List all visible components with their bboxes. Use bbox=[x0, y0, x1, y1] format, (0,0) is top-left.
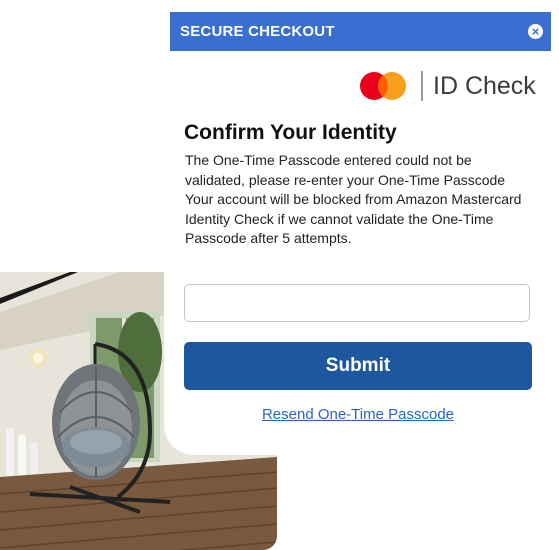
resend-passcode-link[interactable]: Resend One-Time Passcode bbox=[184, 406, 532, 423]
modal-header: SECURE CHECKOUT × bbox=[170, 12, 551, 51]
brand-divider bbox=[421, 71, 423, 101]
validation-message: The One-Time Passcode entered could not … bbox=[185, 151, 525, 249]
message-warning-text: Your account will be blocked from Amazon… bbox=[185, 191, 522, 246]
submit-button[interactable]: Submit bbox=[184, 342, 532, 390]
id-check-label: ID Check bbox=[433, 71, 536, 100]
id-check-branding: ID Check bbox=[359, 68, 536, 104]
secure-checkout-modal: SECURE CHECKOUT × ID Check Confirm Your … bbox=[164, 0, 559, 455]
modal-title: SECURE CHECKOUT bbox=[180, 23, 335, 40]
page-title: Confirm Your Identity bbox=[184, 121, 397, 144]
passcode-input[interactable] bbox=[184, 284, 530, 322]
mastercard-logo-icon bbox=[360, 72, 406, 100]
message-error-text: The One-Time Passcode entered could not … bbox=[185, 152, 506, 188]
close-icon[interactable]: × bbox=[528, 24, 543, 39]
